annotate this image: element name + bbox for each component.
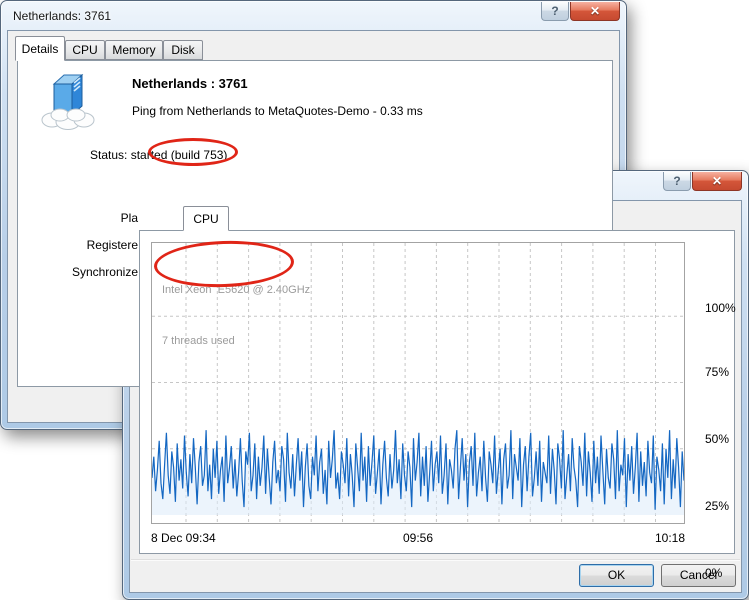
xtick-middle: 09:56 xyxy=(338,531,498,545)
tab-cpu[interactable]: CPU xyxy=(65,40,105,60)
cpu-threads-line: 7 threads used xyxy=(162,333,310,350)
field-label-platform: Pla xyxy=(18,211,138,225)
ytick-25: 25% xyxy=(705,499,745,513)
tab-memory[interactable]: Memory xyxy=(105,40,163,60)
close-icon[interactable]: ✕ xyxy=(570,2,620,21)
xtick-start: 8 Dec 09:34 xyxy=(151,531,216,545)
ok-button[interactable]: OK xyxy=(579,564,654,587)
close-icon[interactable]: ✕ xyxy=(692,172,742,191)
field-label-synchronized: Synchronize xyxy=(18,265,138,279)
ping-text: Ping from Netherlands to MetaQuotes-Demo… xyxy=(132,104,423,118)
server-heading: Netherlands : 3761 xyxy=(132,76,248,91)
ytick-50: 50% xyxy=(705,432,745,446)
ytick-75: 75% xyxy=(705,365,745,379)
footer-divider xyxy=(131,559,740,561)
help-icon[interactable]: ? xyxy=(663,172,691,191)
build-annotation-ellipse xyxy=(148,138,238,166)
tab-disk[interactable]: Disk xyxy=(163,40,203,60)
tab-details[interactable]: Details xyxy=(15,36,65,61)
cloud-server-icon xyxy=(40,70,96,130)
window-title: Netherlands: 3761 xyxy=(13,9,111,23)
field-label-registered: Registere xyxy=(18,238,138,252)
xtick-end: 10:18 xyxy=(585,531,685,545)
help-icon[interactable]: ? xyxy=(541,2,569,21)
ytick-0: 0% xyxy=(705,566,745,580)
server-cpu-window: Netherlands: 3761 ? ✕ Details CPU Memory… xyxy=(122,170,749,600)
tab-cpu[interactable]: CPU xyxy=(183,206,229,231)
ytick-100: 100% xyxy=(705,301,745,315)
cpu-tab-page: Intel Xeon E5620 @ 2.40GHz 7 threads use… xyxy=(139,230,735,554)
